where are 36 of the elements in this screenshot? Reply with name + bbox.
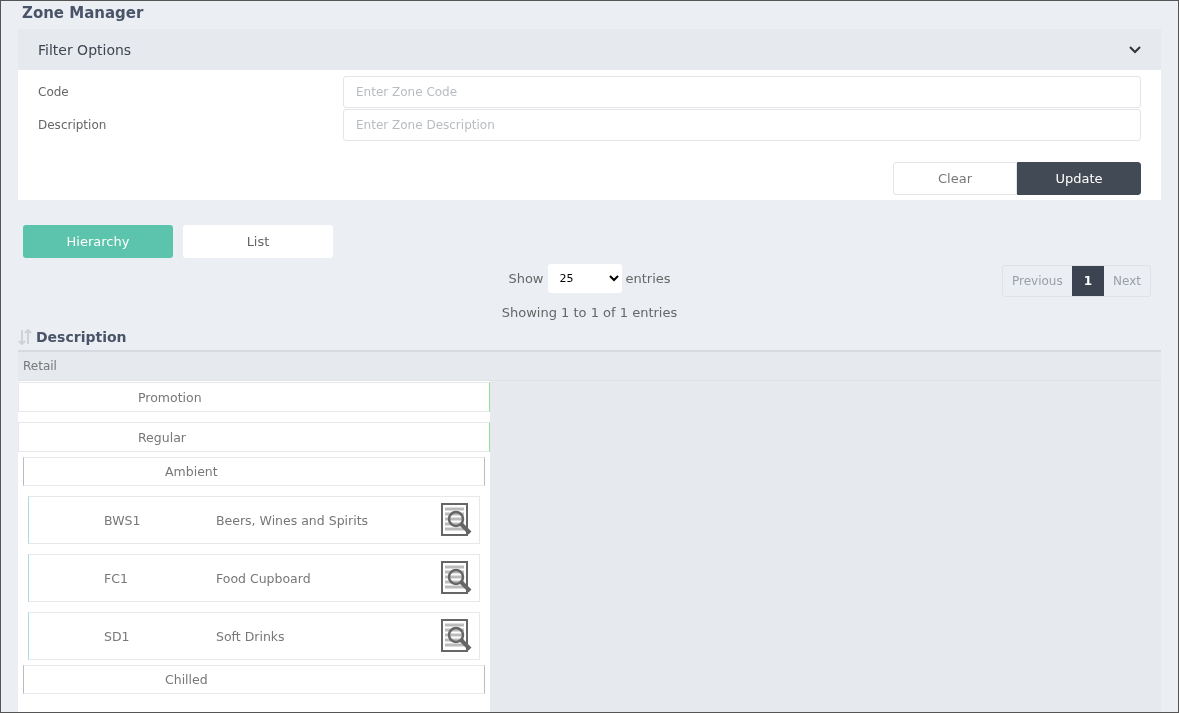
input-field[interactable]: Enter Zone Code [343, 76, 1141, 108]
show-label: Show [508, 271, 544, 286]
zone-code: FC1 [103, 570, 129, 586]
view-tab[interactable]: List [183, 225, 333, 258]
zone-row[interactable]: FC1 Food Cupboard [28, 554, 480, 602]
entries-info: Showing 1 to 1 of 1 entries [501, 305, 678, 320]
zone-description: Beers, Wines and Spirits [216, 512, 370, 528]
tree-group-row[interactable]: Chilled [23, 665, 485, 694]
group-label: Promotion [138, 389, 202, 405]
zone-code: BWS1 [103, 512, 142, 528]
filter-title: Filter Options [38, 41, 132, 58]
zone-code: SD1 [103, 628, 131, 644]
column-header[interactable]: Description [36, 329, 127, 345]
field-label: Code [38, 85, 70, 99]
input-field[interactable]: Enter Zone Description [343, 109, 1141, 141]
pagination-button[interactable]: 1 [1071, 266, 1105, 296]
tree-group-row[interactable]: Regular [18, 422, 490, 452]
group-label: Chilled [165, 672, 208, 687]
filter-header[interactable]: Filter Options [18, 29, 1161, 70]
page-title: Zone Manager [21, 3, 145, 24]
tree-group-row[interactable]: Ambient [23, 457, 485, 486]
zone-description: Food Cupboard [216, 570, 312, 586]
tree-group-row[interactable]: Promotion [18, 382, 490, 412]
update-button[interactable]: Update [1017, 162, 1141, 195]
tree-root-row[interactable]: Retail [18, 352, 1161, 381]
root-label: Retail [23, 359, 57, 373]
entries-label: entries [625, 271, 671, 286]
zone-description: Soft Drinks [216, 628, 286, 644]
field-label: Description [38, 118, 108, 132]
group-label: Ambient [165, 464, 218, 479]
zone-row[interactable]: BWS1 Beers, Wines and Spirits [28, 496, 480, 544]
zone-row[interactable]: SD1 Soft Drinks [28, 612, 480, 660]
clear-button[interactable]: Clear [893, 162, 1017, 195]
page-length-select[interactable]: 25 [547, 264, 622, 293]
group-label: Regular [138, 429, 186, 445]
chevron-down-icon[interactable] [1129, 45, 1141, 54]
